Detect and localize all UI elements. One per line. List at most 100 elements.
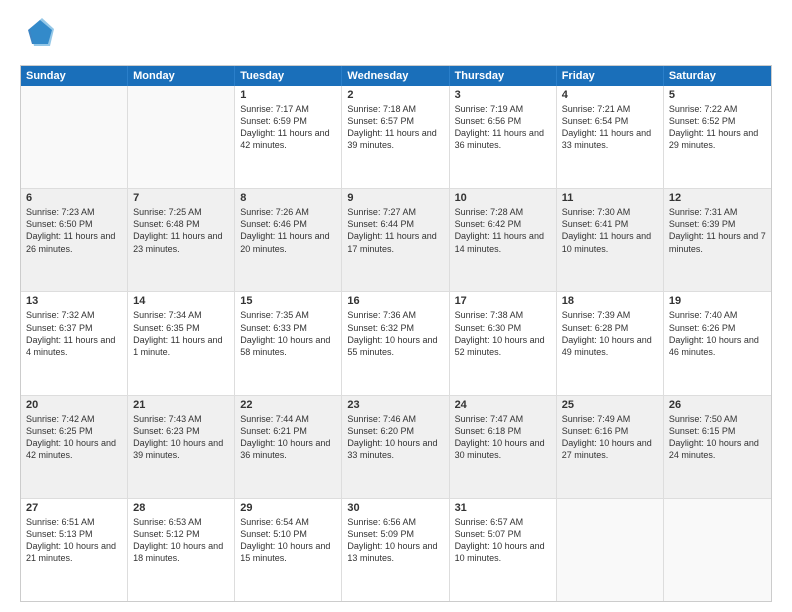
cell-info: Sunrise: 7:22 AM Sunset: 6:52 PM Dayligh…: [669, 103, 766, 152]
cal-cell: 9 Sunrise: 7:27 AM Sunset: 6:44 PM Daylig…: [342, 189, 449, 291]
day-number: 8: [240, 192, 336, 204]
cal-cell: 28 Sunrise: 6:53 AM Sunset: 5:12 PM Dayli…: [128, 499, 235, 601]
day-number: 25: [562, 399, 658, 411]
header-day-friday: Friday: [557, 66, 664, 86]
day-number: 31: [455, 502, 551, 514]
cal-cell: 19Sunrise: 7:40 AM Sunset: 6:26 PM Dayli…: [664, 292, 771, 394]
day-number: 21: [133, 399, 229, 411]
day-number: 24: [455, 399, 551, 411]
cal-cell: 11Sunrise: 7:30 AM Sunset: 6:41 PM Dayli…: [557, 189, 664, 291]
calendar-header: SundayMondayTuesdayWednesdayThursdayFrid…: [21, 66, 771, 86]
cal-cell: 17Sunrise: 7:38 AM Sunset: 6:30 PM Dayli…: [450, 292, 557, 394]
cell-info: Sunrise: 7:18 AM Sunset: 6:57 PM Dayligh…: [347, 103, 443, 152]
day-number: 30: [347, 502, 443, 514]
cell-info: Sunrise: 7:23 AM Sunset: 6:50 PM Dayligh…: [26, 206, 122, 255]
cal-cell: 18 Sunrise: 7:39 AM Sunset: 6:28 PM Dayli…: [557, 292, 664, 394]
day-number: 20: [26, 399, 122, 411]
day-number: 11: [562, 192, 658, 204]
day-number: 9: [347, 192, 443, 204]
cal-cell: 7Sunrise: 7:25 AM Sunset: 6:48 PM Daylig…: [128, 189, 235, 291]
day-number: 3: [455, 89, 551, 101]
cal-cell: 2Sunrise: 7:18 AM Sunset: 6:57 PM Daylig…: [342, 86, 449, 188]
cal-cell: 15 Sunrise: 7:35 AM Sunset: 6:33 PM Dayli…: [235, 292, 342, 394]
cell-info: Sunrise: 7:39 AM Sunset: 6:28 PM Dayligh…: [562, 309, 658, 358]
day-number: 19: [669, 295, 766, 307]
cell-info: Sunrise: 7:32 AM Sunset: 6:37 PM Dayligh…: [26, 309, 122, 358]
cal-cell: 23 Sunrise: 7:46 AM Sunset: 6:20 PM Dayli…: [342, 396, 449, 498]
calendar-body: 1 Sunrise: 7:17 AM Sunset: 6:59 PM Daylig…: [21, 86, 771, 601]
header-day-saturday: Saturday: [664, 66, 771, 86]
logo: [20, 16, 60, 57]
day-number: 10: [455, 192, 551, 204]
day-number: 23: [347, 399, 443, 411]
cal-cell: 16 Sunrise: 7:36 AM Sunset: 6:32 PM Dayli…: [342, 292, 449, 394]
cal-cell: 10 Sunrise: 7:28 AM Sunset: 6:42 PM Dayli…: [450, 189, 557, 291]
cell-info: Sunrise: 7:28 AM Sunset: 6:42 PM Dayligh…: [455, 206, 551, 255]
calendar-row-0: 1 Sunrise: 7:17 AM Sunset: 6:59 PM Daylig…: [21, 86, 771, 188]
cell-info: Sunrise: 7:43 AM Sunset: 6:23 PM Dayligh…: [133, 413, 229, 462]
cal-cell: 26Sunrise: 7:50 AM Sunset: 6:15 PM Dayli…: [664, 396, 771, 498]
day-number: 13: [26, 295, 122, 307]
cell-info: Sunrise: 7:46 AM Sunset: 6:20 PM Dayligh…: [347, 413, 443, 462]
header-day-wednesday: Wednesday: [342, 66, 449, 86]
cal-cell: 31 Sunrise: 6:57 AM Sunset: 5:07 PM Dayli…: [450, 499, 557, 601]
calendar-row-4: 27 Sunrise: 6:51 AM Sunset: 5:13 PM Dayli…: [21, 498, 771, 601]
day-number: 18: [562, 295, 658, 307]
day-number: 5: [669, 89, 766, 101]
day-number: 6: [26, 192, 122, 204]
calendar: SundayMondayTuesdayWednesdayThursdayFrid…: [20, 65, 772, 602]
cal-cell: 8 Sunrise: 7:26 AM Sunset: 6:46 PM Daylig…: [235, 189, 342, 291]
header-day-monday: Monday: [128, 66, 235, 86]
cal-cell: 12Sunrise: 7:31 AM Sunset: 6:39 PM Dayli…: [664, 189, 771, 291]
day-number: 1: [240, 89, 336, 101]
cell-info: Sunrise: 6:51 AM Sunset: 5:13 PM Dayligh…: [26, 516, 122, 565]
cal-cell: 22 Sunrise: 7:44 AM Sunset: 6:21 PM Dayli…: [235, 396, 342, 498]
cell-info: Sunrise: 7:19 AM Sunset: 6:56 PM Dayligh…: [455, 103, 551, 152]
day-number: 7: [133, 192, 229, 204]
day-number: 27: [26, 502, 122, 514]
cell-info: Sunrise: 7:31 AM Sunset: 6:39 PM Dayligh…: [669, 206, 766, 255]
cell-info: Sunrise: 6:57 AM Sunset: 5:07 PM Dayligh…: [455, 516, 551, 565]
cal-cell: [21, 86, 128, 188]
cal-cell: 30 Sunrise: 6:56 AM Sunset: 5:09 PM Dayli…: [342, 499, 449, 601]
cal-cell: 25 Sunrise: 7:49 AM Sunset: 6:16 PM Dayli…: [557, 396, 664, 498]
cell-info: Sunrise: 7:35 AM Sunset: 6:33 PM Dayligh…: [240, 309, 336, 358]
cell-info: Sunrise: 7:42 AM Sunset: 6:25 PM Dayligh…: [26, 413, 122, 462]
cell-info: Sunrise: 7:17 AM Sunset: 6:59 PM Dayligh…: [240, 103, 336, 152]
cell-info: Sunrise: 6:53 AM Sunset: 5:12 PM Dayligh…: [133, 516, 229, 565]
calendar-row-1: 6 Sunrise: 7:23 AM Sunset: 6:50 PM Daylig…: [21, 188, 771, 291]
header-day-thursday: Thursday: [450, 66, 557, 86]
cell-info: Sunrise: 7:34 AM Sunset: 6:35 PM Dayligh…: [133, 309, 229, 358]
day-number: 22: [240, 399, 336, 411]
cell-info: Sunrise: 7:38 AM Sunset: 6:30 PM Dayligh…: [455, 309, 551, 358]
cal-cell: 24 Sunrise: 7:47 AM Sunset: 6:18 PM Dayli…: [450, 396, 557, 498]
day-number: 4: [562, 89, 658, 101]
cell-info: Sunrise: 6:56 AM Sunset: 5:09 PM Dayligh…: [347, 516, 443, 565]
cal-cell: 20 Sunrise: 7:42 AM Sunset: 6:25 PM Dayli…: [21, 396, 128, 498]
cal-cell: 1 Sunrise: 7:17 AM Sunset: 6:59 PM Daylig…: [235, 86, 342, 188]
day-number: 16: [347, 295, 443, 307]
cell-info: Sunrise: 6:54 AM Sunset: 5:10 PM Dayligh…: [240, 516, 336, 565]
cell-info: Sunrise: 7:21 AM Sunset: 6:54 PM Dayligh…: [562, 103, 658, 152]
cal-cell: [557, 499, 664, 601]
cell-info: Sunrise: 7:47 AM Sunset: 6:18 PM Dayligh…: [455, 413, 551, 462]
day-number: 26: [669, 399, 766, 411]
cal-cell: 21 Sunrise: 7:43 AM Sunset: 6:23 PM Dayli…: [128, 396, 235, 498]
page-header: [20, 16, 772, 57]
day-number: 28: [133, 502, 229, 514]
cal-cell: 29 Sunrise: 6:54 AM Sunset: 5:10 PM Dayli…: [235, 499, 342, 601]
cal-cell: 13 Sunrise: 7:32 AM Sunset: 6:37 PM Dayli…: [21, 292, 128, 394]
cal-cell: 3 Sunrise: 7:19 AM Sunset: 6:56 PM Daylig…: [450, 86, 557, 188]
day-number: 15: [240, 295, 336, 307]
day-number: 29: [240, 502, 336, 514]
cell-info: Sunrise: 7:36 AM Sunset: 6:32 PM Dayligh…: [347, 309, 443, 358]
calendar-row-2: 13 Sunrise: 7:32 AM Sunset: 6:37 PM Dayli…: [21, 291, 771, 394]
cell-info: Sunrise: 7:26 AM Sunset: 6:46 PM Dayligh…: [240, 206, 336, 255]
logo-icon: [20, 16, 56, 52]
cell-info: Sunrise: 7:27 AM Sunset: 6:44 PM Dayligh…: [347, 206, 443, 255]
cal-cell: 6 Sunrise: 7:23 AM Sunset: 6:50 PM Daylig…: [21, 189, 128, 291]
cell-info: Sunrise: 7:49 AM Sunset: 6:16 PM Dayligh…: [562, 413, 658, 462]
cell-info: Sunrise: 7:44 AM Sunset: 6:21 PM Dayligh…: [240, 413, 336, 462]
calendar-row-3: 20 Sunrise: 7:42 AM Sunset: 6:25 PM Dayli…: [21, 395, 771, 498]
cal-cell: [664, 499, 771, 601]
